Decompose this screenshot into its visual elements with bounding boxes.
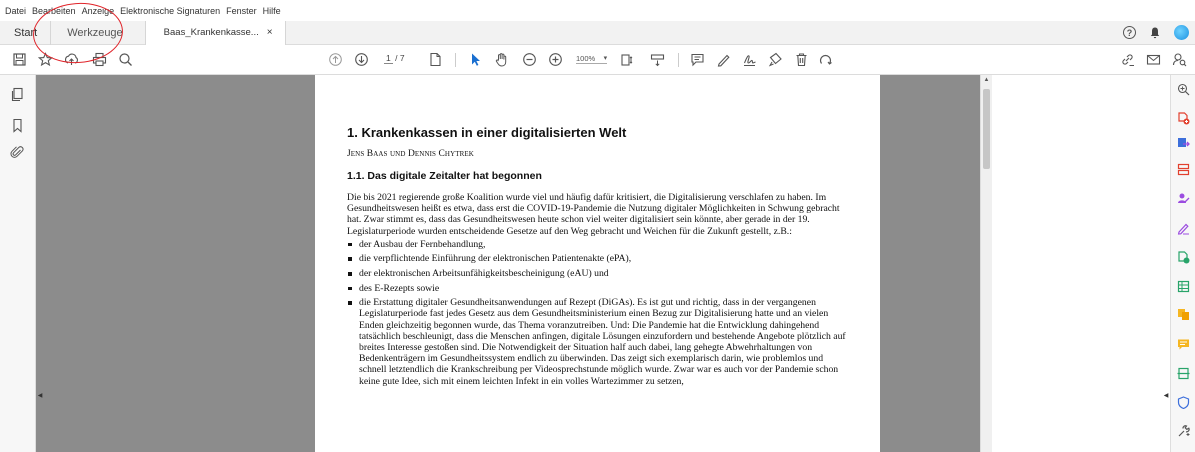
tab-document[interactable]: Baas_Krankenkasse... ×	[145, 20, 286, 45]
fit-page-icon[interactable]	[620, 52, 635, 67]
sign-icon[interactable]	[742, 52, 757, 67]
right-tools-panel	[1170, 75, 1195, 452]
request-signature-icon[interactable]	[1177, 192, 1190, 205]
tab-start[interactable]: Start	[0, 20, 52, 45]
page-up-icon[interactable]	[328, 52, 343, 67]
export-excel-icon[interactable]	[1177, 280, 1190, 293]
search-icon[interactable]	[118, 52, 133, 67]
scan-ocr-icon[interactable]	[1177, 367, 1190, 380]
body-paragraph: Die bis 2021 regierende große Koalition …	[347, 192, 840, 237]
vertical-scrollbar[interactable]: ▲	[980, 75, 992, 452]
toolbar-separator	[455, 53, 456, 67]
bookmark-icon[interactable]	[10, 118, 25, 133]
list-item: des E-Rezepts sowie	[347, 283, 847, 294]
menu-datei[interactable]: Datei	[5, 6, 26, 16]
page-thumbnails-icon[interactable]	[10, 87, 25, 102]
pdf-page: 1. Krankenkassen in einer digitalisierte…	[315, 75, 880, 452]
close-tab-icon[interactable]: ×	[267, 27, 273, 38]
menu-hilfe[interactable]: Hilfe	[263, 6, 281, 16]
menu-fenster[interactable]: Fenster	[226, 6, 257, 16]
mail-icon[interactable]	[1146, 52, 1161, 67]
zoom-value: 100%	[576, 54, 596, 63]
save-icon[interactable]	[12, 52, 27, 67]
link-edit-icon[interactable]	[1120, 52, 1135, 67]
more-tools-icon[interactable]	[1177, 425, 1190, 438]
chevron-down-icon: ▾	[603, 55, 608, 62]
page-down-icon[interactable]	[354, 52, 369, 67]
bell-icon[interactable]	[1150, 27, 1160, 39]
current-page-input[interactable]: 1	[384, 53, 393, 64]
menu-bearbeiten[interactable]: Bearbeiten	[32, 6, 76, 16]
tab-bar: Start Werkzeuge Baas_Krankenkasse... × ?	[0, 20, 1195, 45]
scrollbar-thumb[interactable]	[983, 89, 990, 169]
zoom-tool-icon[interactable]	[1177, 83, 1190, 96]
document-background-left	[36, 75, 315, 452]
upload-icon[interactable]	[64, 52, 79, 67]
protect-icon[interactable]	[1177, 396, 1190, 409]
section-heading: 1.1. Das digitale Zeitalter hat begonnen	[347, 170, 542, 182]
list-item: der elektronischen Arbeitsunfähigkeitsbe…	[347, 268, 847, 279]
organize-pages-icon[interactable]	[1177, 163, 1190, 176]
highlight-icon[interactable]	[716, 52, 731, 67]
document-background-right	[880, 75, 980, 452]
list-item: der Ausbau der Fernbehandlung,	[347, 239, 847, 250]
page-view-icon[interactable]	[428, 52, 443, 67]
authors-line: Jens Baas und Dennis Chytrek	[347, 149, 474, 159]
comment-tool-icon[interactable]	[1177, 338, 1190, 351]
menu-signaturen[interactable]: Elektronische Signaturen	[120, 6, 220, 16]
print-icon[interactable]	[92, 52, 107, 67]
tab-document-label: Baas_Krankenkasse...	[163, 27, 259, 38]
tab-werkzeuge[interactable]: Werkzeuge	[51, 20, 146, 45]
tab-start-label: Start	[14, 26, 38, 39]
chapter-title: 1. Krankenkassen in einer digitalisierte…	[347, 125, 627, 140]
collapse-right-icon[interactable]: ◀	[1162, 380, 1170, 410]
profile-icon[interactable]	[1174, 25, 1189, 40]
help-icon[interactable]: ?	[1123, 26, 1136, 39]
combine-files-icon[interactable]	[1177, 308, 1190, 321]
list-item: die Erstattung digitaler Gesundheitsanwe…	[347, 297, 847, 387]
toolbar: 1 / 7 100% ▾	[0, 45, 1195, 75]
total-pages: / 7	[395, 53, 405, 63]
star-icon[interactable]	[38, 52, 53, 67]
fill-sign-icon[interactable]	[1177, 222, 1190, 235]
tab-werkzeuge-label: Werkzeuge	[67, 26, 123, 39]
edit-pdf-icon[interactable]	[1177, 251, 1190, 264]
collapse-left-icon[interactable]: ◀	[36, 380, 44, 410]
stamp-icon[interactable]	[768, 52, 783, 67]
toolbar-separator	[678, 53, 679, 67]
zoom-out-icon[interactable]	[522, 52, 537, 67]
rotate-icon[interactable]	[818, 52, 833, 67]
scroll-mode-icon[interactable]	[650, 52, 665, 67]
create-pdf-icon[interactable]	[1177, 112, 1190, 125]
comment-icon[interactable]	[690, 52, 705, 67]
export-pdf-icon[interactable]	[1177, 137, 1190, 150]
menu-anzeige[interactable]: Anzeige	[82, 6, 115, 16]
attachment-icon[interactable]	[10, 145, 25, 160]
bullet-list: der Ausbau der Fernbehandlung, die verpf…	[347, 239, 847, 387]
list-item: die verpflichtende Einführung der elektr…	[347, 253, 847, 264]
zoom-select[interactable]: 100% ▾	[576, 54, 608, 64]
zoom-in-icon[interactable]	[548, 52, 563, 67]
left-navigation-panel	[0, 75, 36, 452]
menu-bar: Datei Bearbeiten Anzeige Elektronische S…	[0, 0, 1195, 21]
cursor-icon[interactable]	[468, 52, 483, 67]
account-search-icon[interactable]	[1172, 52, 1187, 67]
scroll-up-icon[interactable]: ▲	[981, 77, 992, 87]
hand-icon[interactable]	[494, 52, 509, 67]
delete-icon[interactable]	[794, 52, 809, 67]
page-indicator: 1 / 7	[384, 53, 405, 64]
document-content: 1. Krankenkassen in einer digitalisierte…	[347, 125, 847, 387]
